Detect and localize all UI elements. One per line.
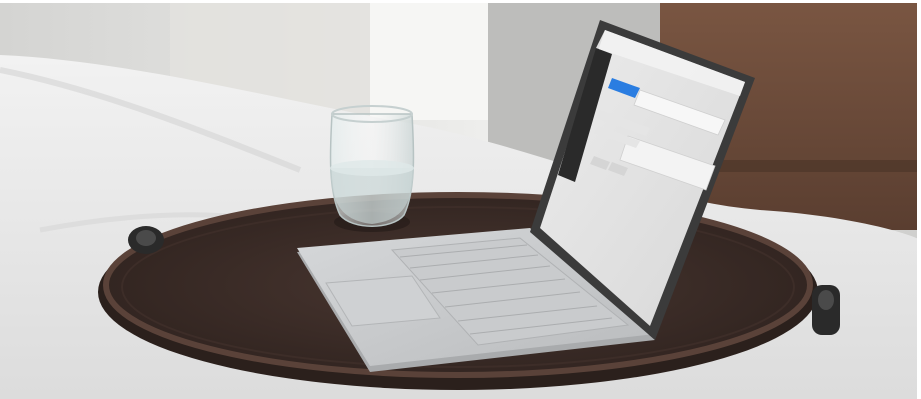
laptop-photo [0,0,921,399]
window-light [370,0,490,120]
photo-scene [0,0,921,399]
frame-top-border [0,0,921,3]
water-glass [329,105,415,232]
frame-right-border [917,0,921,399]
tray-handle-right [812,285,840,335]
tray-handle-left [128,226,164,254]
